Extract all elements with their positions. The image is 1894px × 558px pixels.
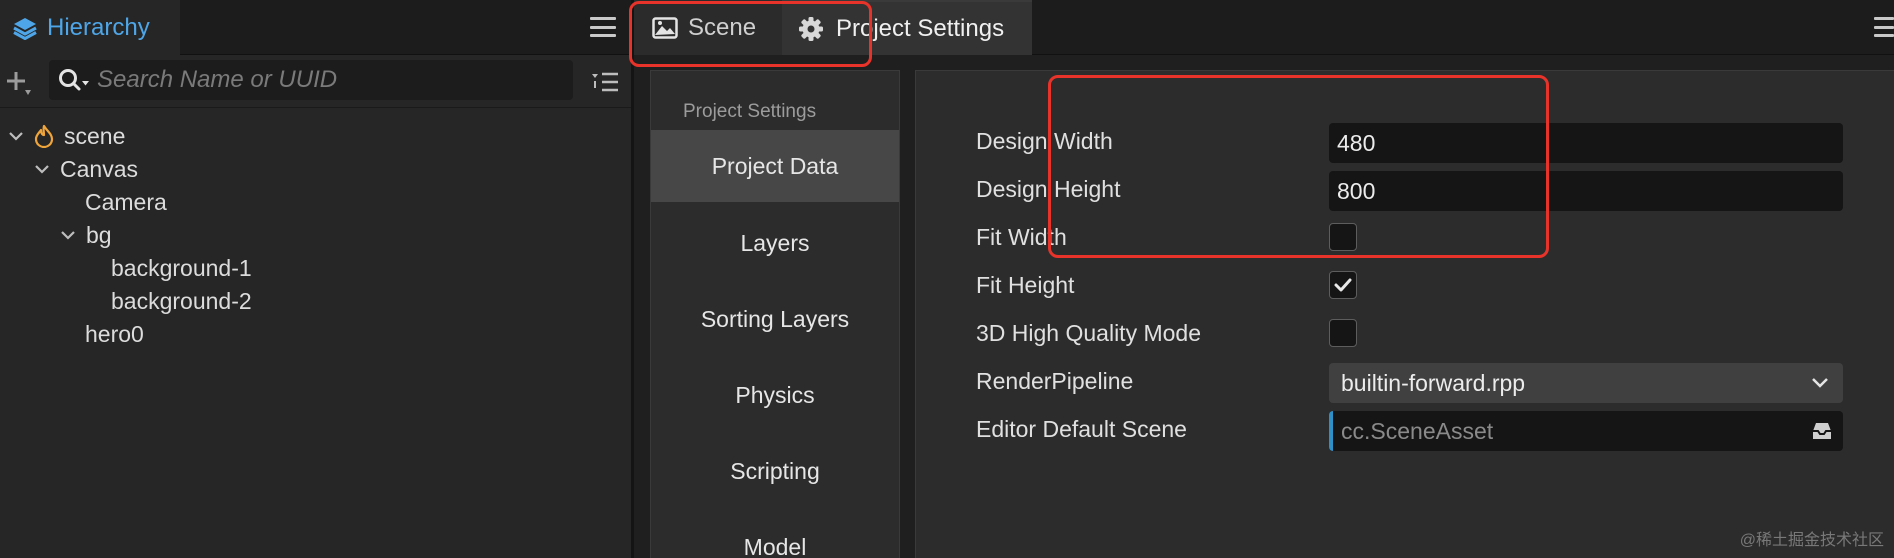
tree-node-label: Camera bbox=[85, 188, 167, 215]
nav-item-layers[interactable]: Layers bbox=[651, 207, 899, 279]
tab-project-settings-label: Project Settings bbox=[836, 14, 1005, 42]
editor-tabbar: Scene Project Settings bbox=[634, 0, 1894, 55]
design-height-label: Design Height bbox=[976, 176, 1121, 202]
hierarchy-panel: Hierarchy Search Name or UUID scene Canv… bbox=[0, 0, 631, 558]
asset-picker-icon[interactable] bbox=[1811, 421, 1833, 441]
tree-node-camera[interactable]: Camera bbox=[85, 184, 167, 220]
tree-node-label: Canvas bbox=[60, 155, 138, 182]
hierarchy-tab-label: Hierarchy bbox=[47, 13, 150, 41]
gear-icon bbox=[799, 16, 823, 41]
settings-nav: Project Settings Project Data Layers Sor… bbox=[650, 70, 900, 558]
fit-width-checkbox[interactable] bbox=[1329, 223, 1357, 251]
design-height-input[interactable] bbox=[1337, 177, 1827, 205]
sort-list-icon[interactable] bbox=[590, 68, 620, 96]
editor-default-scene-value: cc.SceneAsset bbox=[1341, 417, 1494, 444]
editor-menu-icon[interactable] bbox=[1874, 17, 1894, 37]
render-pipeline-value: builtin-forward.rpp bbox=[1341, 369, 1526, 396]
nav-item-model[interactable]: Model bbox=[651, 511, 899, 558]
tree-node-scene[interactable]: scene bbox=[8, 118, 125, 154]
nav-item-project-data[interactable]: Project Data bbox=[651, 130, 899, 202]
tab-scene[interactable]: Scene bbox=[634, 0, 782, 55]
high-quality-3d-checkbox[interactable] bbox=[1329, 319, 1357, 347]
project-settings-panel: Scene Project Settings Project Settings … bbox=[634, 0, 1894, 558]
tree-node-background-1[interactable]: background-1 bbox=[111, 250, 252, 286]
tab-hierarchy[interactable]: Hierarchy bbox=[0, 0, 180, 55]
design-height-field[interactable] bbox=[1329, 171, 1843, 211]
design-width-input[interactable] bbox=[1337, 129, 1827, 157]
tree-node-label: scene bbox=[64, 122, 126, 149]
fit-height-label: Fit Height bbox=[976, 272, 1075, 298]
search-input[interactable] bbox=[97, 62, 557, 98]
tree-node-label: hero0 bbox=[85, 320, 144, 347]
editor-default-scene-label: Editor Default Scene bbox=[976, 416, 1187, 442]
tree-node-label: background-2 bbox=[111, 287, 252, 314]
checkmark-icon bbox=[1334, 278, 1352, 292]
render-pipeline-select[interactable]: builtin-forward.rpp bbox=[1329, 363, 1843, 403]
hierarchy-toolbar bbox=[0, 56, 631, 108]
fit-width-label: Fit Width bbox=[976, 224, 1067, 250]
search-box[interactable] bbox=[49, 60, 573, 100]
chevron-down-icon bbox=[1812, 378, 1828, 388]
nav-item-physics[interactable]: Physics bbox=[651, 359, 899, 431]
watermark: @稀土掘金技术社区 bbox=[1739, 532, 1884, 549]
design-width-label: Design Width bbox=[976, 128, 1113, 154]
hierarchy-menu-icon[interactable] bbox=[590, 17, 616, 37]
image-icon bbox=[652, 16, 678, 39]
design-width-field[interactable] bbox=[1329, 123, 1843, 163]
tree-node-label: background-1 bbox=[111, 254, 252, 281]
nav-item-scripting[interactable]: Scripting bbox=[651, 435, 899, 507]
chevron-down-icon[interactable] bbox=[34, 161, 50, 177]
tab-scene-label: Scene bbox=[688, 13, 757, 41]
nav-item-sorting-layers[interactable]: Sorting Layers bbox=[651, 283, 899, 355]
tree-node-hero0[interactable]: hero0 bbox=[85, 316, 144, 352]
chevron-down-icon[interactable] bbox=[8, 128, 24, 144]
hierarchy-tabbar: Hierarchy bbox=[0, 0, 631, 55]
tree-node-bg[interactable]: bg bbox=[60, 217, 112, 253]
project-data-form: Design Width Design Height Fit Width Fit… bbox=[915, 70, 1894, 558]
tab-project-settings[interactable]: Project Settings bbox=[782, 0, 1032, 55]
tree-node-background-2[interactable]: background-2 bbox=[111, 283, 252, 319]
tree-node-canvas[interactable]: Canvas bbox=[34, 151, 138, 187]
add-node-icon[interactable] bbox=[4, 68, 34, 98]
fit-height-checkbox[interactable] bbox=[1329, 271, 1357, 299]
tree-node-label: bg bbox=[86, 221, 112, 248]
chevron-down-icon[interactable] bbox=[60, 227, 76, 243]
scene-flame-icon bbox=[34, 124, 54, 148]
layers-icon bbox=[13, 17, 37, 40]
high-quality-3d-label: 3D High Quality Mode bbox=[976, 320, 1201, 346]
editor-default-scene-field[interactable]: cc.SceneAsset bbox=[1329, 411, 1843, 451]
search-icon bbox=[59, 69, 89, 91]
render-pipeline-label: RenderPipeline bbox=[976, 368, 1134, 394]
settings-nav-heading: Project Settings bbox=[683, 101, 817, 122]
